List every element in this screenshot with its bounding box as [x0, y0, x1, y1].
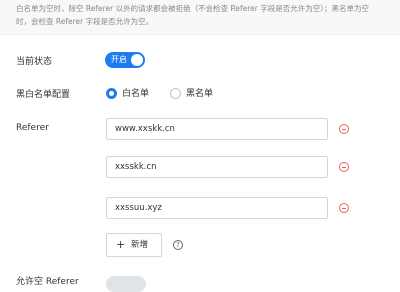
help-icon[interactable]: ?	[173, 240, 183, 250]
remove-referer-1-icon[interactable]	[339, 124, 349, 134]
referer-label: Referer	[16, 123, 49, 133]
plus-icon: +	[116, 238, 126, 251]
notice-line-1: 白名单为空时，除空 Referer 以外的请求都会被拒绝（不会检查 Refere…	[16, 4, 370, 13]
radio-blacklist[interactable]: 黑名单	[170, 85, 230, 101]
add-referer-label: 新增	[131, 240, 149, 250]
allow-empty-referer-toggle[interactable]	[106, 276, 146, 292]
radio-whitelist-label: 白名单	[122, 89, 150, 99]
referer-input-1[interactable]: www.xxskk.cn	[106, 118, 328, 140]
status-toggle-text: 开启	[111, 55, 127, 64]
radio-blacklist-label: 黑名单	[186, 89, 214, 99]
remove-referer-3-icon[interactable]	[339, 203, 349, 213]
referer-input-2[interactable]: xxsskk.cn	[106, 156, 328, 178]
radio-checked-icon	[106, 88, 117, 99]
radio-whitelist[interactable]: 白名单	[106, 85, 166, 101]
add-referer-button[interactable]: + 新增	[106, 233, 162, 257]
toggle-knob	[131, 54, 143, 66]
status-label: 当前状态	[16, 57, 53, 67]
allow-empty-referer-label: 允许空 Referer	[16, 277, 79, 287]
notice-line-2: 时，会检查 Referer 字段是否允许为空。	[16, 17, 154, 26]
referer-notice: 白名单为空时，除空 Referer 以外的请求都会被拒绝（不会检查 Refere…	[0, 0, 400, 35]
status-toggle[interactable]: 开启	[105, 52, 145, 68]
remove-referer-2-icon[interactable]	[339, 162, 349, 172]
referer-input-3[interactable]: xxssuu.xyz	[106, 197, 328, 219]
list-config-label: 黑白名单配置	[16, 90, 71, 100]
radio-unchecked-icon	[170, 88, 181, 99]
